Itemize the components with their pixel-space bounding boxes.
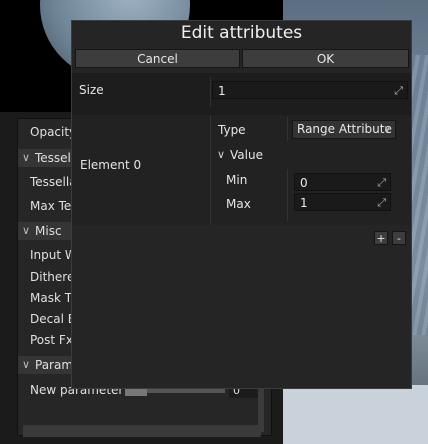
max-value: 1 (300, 196, 308, 210)
ok-button[interactable]: OK (242, 49, 409, 68)
value-label: Value (230, 148, 263, 162)
resize-icon[interactable]: ⤢ (377, 174, 386, 192)
property-label: Opacity (30, 125, 77, 139)
property-label: Post Fx (30, 333, 73, 347)
column-divider (210, 77, 211, 107)
edit-attributes-dialog: Edit attributes Cancel OK Size 1 ⤢ Eleme… (71, 20, 412, 389)
max-field[interactable]: 1 ⤢ (294, 193, 391, 211)
type-dropdown[interactable]: Range Attribute ∨ (292, 120, 396, 139)
cancel-button[interactable]: Cancel (75, 49, 240, 68)
chevron-down-icon: ∨ (383, 124, 391, 135)
new-parameter-slider[interactable] (125, 386, 225, 396)
min-field[interactable]: 0 ⤢ (294, 173, 391, 191)
dialog-title: Edit attributes (180, 23, 303, 43)
size-field[interactable]: 1 ⤢ (212, 81, 408, 99)
add-element-button[interactable]: + (374, 231, 388, 245)
column-divider (287, 169, 288, 221)
min-value: 0 (300, 176, 308, 190)
resize-icon[interactable]: ⤢ (394, 82, 403, 100)
type-label: Type (218, 123, 246, 137)
remove-element-button[interactable]: - (392, 231, 406, 245)
chevron-down-icon: ∨ (22, 358, 31, 371)
property-label: Tessella (30, 175, 77, 189)
type-value: Range Attribute (297, 122, 392, 136)
properties-footer-button[interactable] (23, 425, 261, 437)
resize-icon[interactable]: ⤢ (377, 194, 386, 212)
column-divider (210, 115, 211, 225)
section-label: Misc (35, 224, 62, 238)
chevron-down-icon: ∨ (22, 151, 31, 164)
scene-floor (283, 385, 428, 444)
size-label: Size (79, 83, 104, 97)
property-label: Input W (30, 248, 77, 262)
chevron-down-icon[interactable]: ∨ (217, 148, 225, 161)
element-label: Element 0 (80, 158, 142, 172)
column-divider (287, 117, 288, 141)
chevron-down-icon: ∨ (22, 224, 31, 237)
min-label: Min (226, 173, 248, 187)
max-label: Max (226, 197, 251, 211)
size-value: 1 (218, 84, 226, 98)
